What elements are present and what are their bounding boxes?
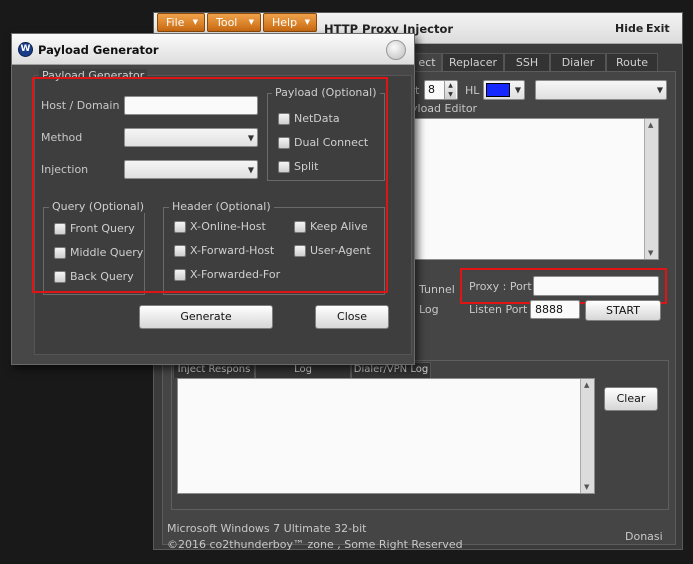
dialog-title: Payload Generator bbox=[38, 43, 159, 57]
tab-log-label: Log bbox=[294, 364, 312, 375]
font-size-spinner[interactable]: 8 ▲ ▼ bbox=[424, 80, 458, 100]
menu-file[interactable]: File ▼ bbox=[157, 13, 205, 32]
hl-label: HL bbox=[465, 84, 480, 97]
log-output[interactable]: ▲ ▼ bbox=[177, 378, 595, 494]
tab-replacer-label: Replacer bbox=[448, 56, 498, 69]
tab-inject[interactable]: ect bbox=[412, 53, 442, 71]
clear-button-label: Clear bbox=[616, 392, 646, 405]
tab-ssh-label: SSH bbox=[515, 56, 539, 69]
highlight-box bbox=[32, 77, 388, 293]
start-button-label: START bbox=[606, 304, 640, 317]
tab-replacer[interactable]: Replacer bbox=[442, 53, 504, 71]
payload-editor[interactable]: ▲ ▼ bbox=[413, 118, 659, 260]
chevron-down-icon: ▼ bbox=[248, 18, 254, 26]
color-swatch bbox=[486, 83, 510, 97]
dialog-content: Payload Generator Host / Domain Method ▼… bbox=[32, 69, 412, 355]
profile-select[interactable]: ▼ bbox=[535, 80, 667, 100]
menu-tool-label: Tool bbox=[216, 16, 238, 29]
listen-port-label: Listen Port bbox=[469, 303, 528, 316]
app-logo-icon: W bbox=[18, 42, 33, 57]
scroll-up-icon[interactable]: ▲ bbox=[584, 381, 589, 389]
tunnel-label: Tunnel bbox=[419, 283, 455, 296]
generate-button[interactable]: Generate bbox=[139, 305, 273, 329]
font-size-value: 8 bbox=[428, 83, 435, 96]
menu-tool[interactable]: Tool ▼ bbox=[207, 13, 261, 32]
highlight-box bbox=[460, 268, 667, 304]
tab-inject-label: ect bbox=[418, 56, 436, 69]
scroll-up-icon[interactable]: ▲ bbox=[648, 121, 653, 129]
chevron-down-icon: ▼ bbox=[514, 85, 521, 95]
payload-generator-dialog: W Payload Generator Payload Generator Ho… bbox=[11, 33, 415, 365]
status-os: Microsoft Windows 7 Ultimate 32-bit bbox=[167, 522, 367, 535]
copyright-text: ©2016 co2thunderboy™ zone , Some Right R… bbox=[167, 538, 463, 551]
tab-dialer-label: Dialer bbox=[561, 56, 595, 69]
tab-dialer-vpn-log-label: Dialer/VPN Log bbox=[353, 364, 429, 375]
toolbar-t-label: t bbox=[415, 84, 420, 97]
menu-file-label: File bbox=[166, 16, 185, 29]
tab-inject-response-label: Inject Respons bbox=[177, 364, 251, 375]
log-scrollbar[interactable]: ▲ ▼ bbox=[580, 379, 594, 493]
chevron-down-icon: ▼ bbox=[192, 18, 198, 26]
donate-link[interactable]: Donasi bbox=[625, 530, 663, 543]
listen-port-value: 8888 bbox=[535, 303, 563, 316]
scroll-down-icon[interactable]: ▼ bbox=[648, 249, 653, 257]
chevron-down-icon: ▼ bbox=[656, 85, 663, 95]
listen-port-input[interactable]: 8888 bbox=[530, 300, 580, 319]
scroll-down-icon[interactable]: ▼ bbox=[584, 483, 589, 491]
menu-help[interactable]: Help ▼ bbox=[263, 13, 317, 32]
hl-color-picker[interactable]: ▼ bbox=[483, 80, 525, 100]
log-label: Log bbox=[419, 303, 439, 316]
start-button[interactable]: START bbox=[585, 300, 661, 321]
tab-route[interactable]: Route bbox=[606, 53, 658, 71]
close-button-label: Close bbox=[337, 310, 367, 323]
payload-editor-label: yload Editor bbox=[411, 102, 478, 115]
tab-dialer[interactable]: Dialer bbox=[550, 53, 606, 71]
clear-button[interactable]: Clear bbox=[604, 387, 658, 411]
close-button[interactable]: Close bbox=[315, 305, 389, 329]
exit-button[interactable]: Exit bbox=[646, 22, 670, 35]
editor-scrollbar[interactable]: ▲ ▼ bbox=[644, 119, 658, 259]
close-window-icon[interactable] bbox=[386, 40, 406, 60]
tab-route-label: Route bbox=[616, 56, 648, 69]
generate-button-label: Generate bbox=[180, 310, 232, 323]
spinner-arrows-icon[interactable]: ▲ ▼ bbox=[444, 81, 456, 99]
chevron-down-icon: ▼ bbox=[304, 18, 310, 26]
dialog-titlebar: W Payload Generator bbox=[12, 34, 414, 65]
menu-help-label: Help bbox=[272, 16, 298, 29]
hide-button[interactable]: Hide bbox=[615, 22, 643, 35]
tab-ssh[interactable]: SSH bbox=[504, 53, 550, 71]
